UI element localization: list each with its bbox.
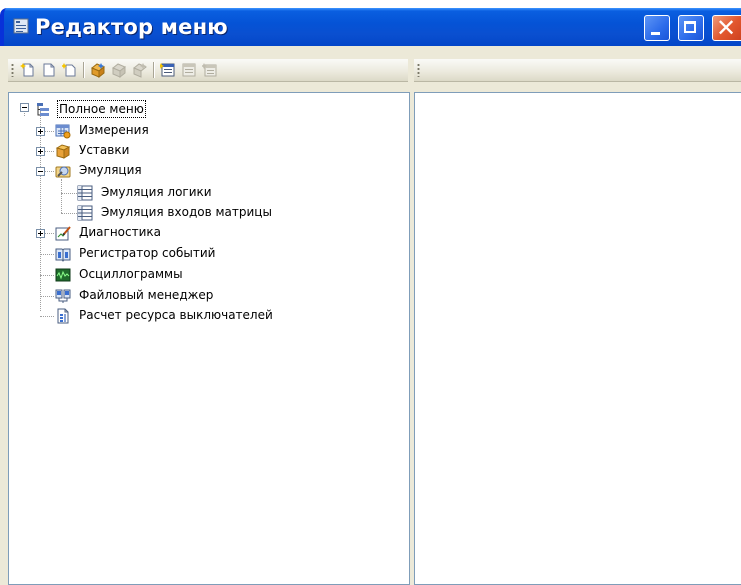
- menu-editor-window: Редактор меню ✕ Полное меню Измерения Ус…: [0, 8, 741, 585]
- remove-group-disabled-icon[interactable]: [132, 62, 148, 78]
- edit-disabled-icon[interactable]: [181, 62, 197, 78]
- tree-node-label: Полное меню: [57, 100, 146, 118]
- emulation-icon: [55, 166, 71, 178]
- table-icon: [77, 185, 93, 201]
- title-bar[interactable]: Редактор меню ✕: [0, 8, 741, 46]
- tree-node-label: Эмуляция логики: [101, 185, 212, 199]
- tree-line: [61, 213, 77, 214]
- detail-toolbar: [414, 59, 741, 82]
- collapse-toggle[interactable]: [20, 103, 29, 112]
- new-document-icon[interactable]: [41, 62, 57, 78]
- window-title: Редактор меню: [35, 15, 228, 39]
- measurements-icon: [55, 124, 71, 139]
- tree-node-label: Диагностика: [79, 225, 162, 239]
- tree-toolbar: [8, 59, 408, 82]
- tree-line: [61, 179, 62, 213]
- menu-tree-icon: [37, 103, 49, 116]
- tree-node-label: Эмуляция: [79, 163, 142, 177]
- tree-line: [40, 111, 41, 311]
- toolbar-grip[interactable]: [417, 63, 420, 77]
- tree-node-label: Файловый менеджер: [79, 288, 214, 302]
- expand-toggle[interactable]: [36, 147, 45, 156]
- tree-node-label: Расчет ресурса выключателей: [79, 308, 273, 322]
- oscillogram-icon: [55, 268, 71, 282]
- tree-node-label: Эмуляция входов матрицы: [101, 205, 272, 219]
- close-button[interactable]: ✕: [712, 15, 741, 41]
- close-icon: ✕: [716, 14, 737, 42]
- maximize-icon: [684, 21, 696, 33]
- menu-tree[interactable]: Полное меню Измерения Уставки Эмуляция Э…: [9, 93, 409, 584]
- collapse-toggle[interactable]: [36, 167, 45, 176]
- table-icon: [77, 205, 93, 221]
- delete-disabled-icon[interactable]: [202, 62, 218, 78]
- menu-tree-panel[interactable]: Полное меню Измерения Уставки Эмуляция Э…: [8, 92, 410, 585]
- settings-box-icon: [55, 144, 71, 159]
- maximize-button[interactable]: [678, 15, 704, 41]
- toolbar-grip[interactable]: [11, 63, 14, 77]
- breaker-calc-icon: [57, 308, 69, 324]
- properties-icon[interactable]: [160, 62, 176, 78]
- new-item-icon[interactable]: [20, 62, 36, 78]
- minimize-icon: [651, 32, 660, 35]
- minimize-button[interactable]: [644, 15, 670, 41]
- expand-toggle[interactable]: [36, 127, 45, 136]
- diagnostics-icon: [55, 226, 71, 241]
- file-manager-icon: [55, 289, 71, 303]
- add-group-disabled-icon[interactable]: [111, 62, 127, 78]
- tree-line: [61, 193, 77, 194]
- tree-node-label: Уставки: [79, 143, 130, 157]
- add-group-icon[interactable]: [90, 62, 106, 78]
- menu-editor-icon: [13, 18, 29, 34]
- tree-node-label: Регистратор событий: [79, 246, 216, 260]
- toolbar-separator: [83, 62, 84, 78]
- tree-line: [40, 296, 54, 297]
- tree-node-label: Измерения: [79, 123, 149, 137]
- new-sibling-icon[interactable]: [62, 62, 78, 78]
- tree-line: [40, 275, 54, 276]
- tree-line: [40, 254, 54, 255]
- event-log-icon: [55, 248, 71, 262]
- toolbar-separator: [153, 62, 154, 78]
- tree-node-label: Осциллограммы: [79, 267, 183, 281]
- expand-toggle[interactable]: [36, 229, 45, 238]
- detail-panel[interactable]: [414, 92, 741, 585]
- tree-line: [40, 316, 54, 317]
- toolbar-area: [0, 46, 741, 92]
